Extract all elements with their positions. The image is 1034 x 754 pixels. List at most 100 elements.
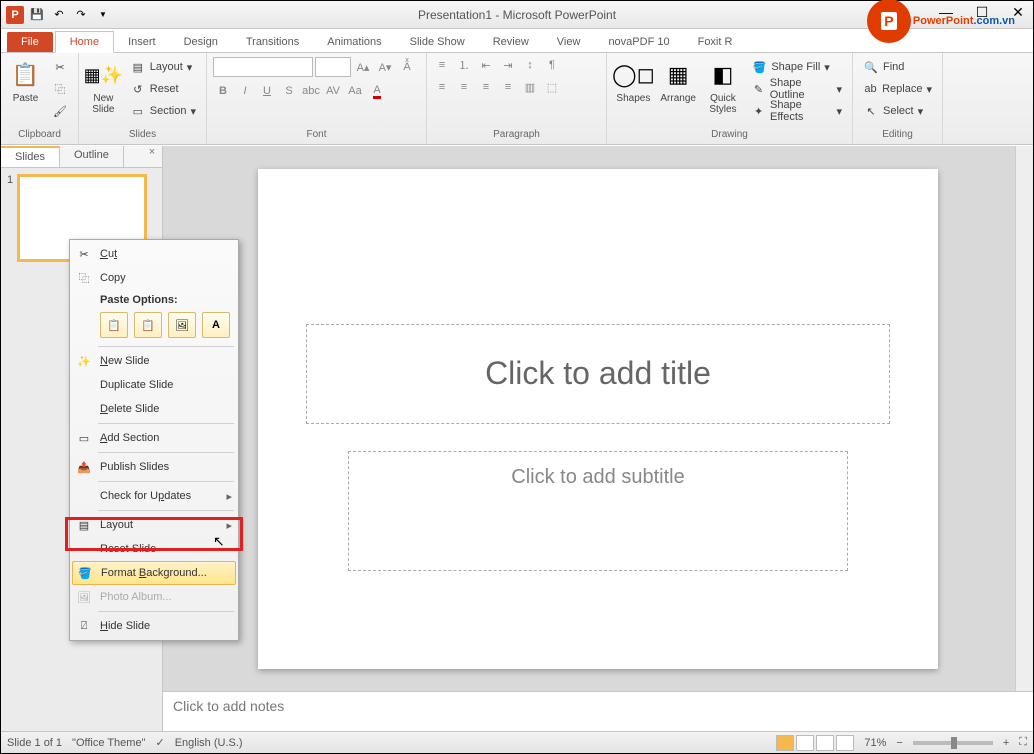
bold-button[interactable]: B: [213, 81, 233, 101]
tab-insert[interactable]: Insert: [114, 32, 170, 52]
nav-tab-slides[interactable]: Slides: [1, 146, 60, 167]
title-placeholder[interactable]: Click to add title: [306, 324, 890, 424]
subtitle-placeholder[interactable]: Click to add subtitle: [348, 451, 848, 571]
strike-button[interactable]: S: [279, 81, 299, 101]
tab-transitions[interactable]: Transitions: [232, 32, 313, 52]
zoom-in-button[interactable]: +: [1003, 737, 1009, 749]
app-icon[interactable]: P: [5, 5, 25, 25]
group-drawing-label: Drawing: [613, 127, 846, 142]
paste-button[interactable]: 📋Paste: [7, 57, 44, 106]
shape-fill-button[interactable]: 🪣Shape Fill ▾: [747, 57, 846, 77]
font-color-button[interactable]: A: [367, 81, 387, 101]
tab-animations[interactable]: Animations: [313, 32, 395, 52]
status-lang[interactable]: English (U.S.): [175, 737, 243, 749]
find-button[interactable]: 🔍Find: [859, 57, 936, 77]
status-bar: Slide 1 of 1 "Office Theme" ✓ English (U…: [1, 731, 1033, 753]
scissors-icon: ✂: [52, 59, 68, 75]
reading-view-button[interactable]: [816, 735, 834, 751]
shape-outline-button[interactable]: ✎Shape Outline ▾: [747, 79, 846, 99]
redo-icon[interactable]: ↷: [71, 5, 91, 25]
bullets-button[interactable]: ≡: [433, 57, 451, 73]
paste-opt-theme[interactable]: 📋: [100, 312, 128, 338]
normal-view-button[interactable]: [776, 735, 794, 751]
increase-indent-button[interactable]: ⇥: [499, 57, 517, 73]
copy-button[interactable]: ⿻: [48, 79, 72, 99]
cm-format-background[interactable]: 🪣Format Background...: [72, 561, 236, 585]
clear-format-button[interactable]: Aͯ: [397, 57, 417, 77]
columns-button[interactable]: ▥: [521, 79, 539, 95]
italic-button[interactable]: I: [235, 81, 255, 101]
tab-design[interactable]: Design: [170, 32, 232, 52]
cm-delete-slide[interactable]: Delete Slide: [70, 397, 238, 421]
tab-file[interactable]: File: [7, 32, 53, 52]
spellcheck-icon[interactable]: ✓: [155, 736, 164, 749]
tab-home[interactable]: Home: [55, 31, 114, 53]
cm-new-slide[interactable]: ✨New Slide: [70, 349, 238, 373]
numbering-button[interactable]: ⒈: [455, 57, 473, 73]
char-spacing-button[interactable]: AV: [323, 81, 343, 101]
vertical-scrollbar[interactable]: [1015, 146, 1033, 691]
slideshow-view-button[interactable]: [836, 735, 854, 751]
align-left-button[interactable]: ≡: [433, 79, 451, 95]
underline-button[interactable]: U: [257, 81, 277, 101]
grow-font-button[interactable]: A▴: [353, 57, 373, 77]
shape-effects-button[interactable]: ✦Shape Effects ▾: [747, 101, 846, 121]
font-family-combo[interactable]: [213, 57, 313, 77]
zoom-slider[interactable]: [913, 741, 993, 745]
cm-hide-slide[interactable]: ⍁Hide Slide: [70, 614, 238, 638]
decrease-indent-button[interactable]: ⇤: [477, 57, 495, 73]
sorter-view-button[interactable]: [796, 735, 814, 751]
shapes-button[interactable]: ◯◻Shapes: [613, 57, 654, 106]
font-size-combo[interactable]: [315, 57, 351, 77]
save-icon[interactable]: 💾: [27, 5, 47, 25]
paste-opt-picture[interactable]: 🖼: [168, 312, 196, 338]
status-slide: Slide 1 of 1: [7, 737, 62, 749]
reset-button[interactable]: ↺Reset: [126, 79, 200, 99]
tab-novapdf[interactable]: novaPDF 10: [594, 32, 683, 52]
cm-copy[interactable]: ⿻Copy: [70, 266, 238, 290]
quick-styles-button[interactable]: ◧Quick Styles: [703, 57, 744, 117]
nav-tab-outline[interactable]: Outline: [60, 146, 124, 167]
text-direction-button[interactable]: ¶: [543, 57, 561, 73]
line-spacing-button[interactable]: ↕: [521, 57, 539, 73]
paste-opt-text[interactable]: A: [202, 312, 230, 338]
cm-add-section[interactable]: ▭Add Section: [70, 426, 238, 450]
new-slide-button[interactable]: ▦✨New Slide: [85, 57, 122, 117]
section-button[interactable]: ▭Section ▾: [126, 101, 200, 121]
zoom-out-button[interactable]: −: [896, 737, 902, 749]
qat-dropdown-icon[interactable]: ▼: [93, 5, 113, 25]
align-right-button[interactable]: ≡: [477, 79, 495, 95]
format-bg-icon: 🪣: [75, 564, 95, 582]
tab-view[interactable]: View: [543, 32, 595, 52]
cm-paste-options-label: Paste Options:: [70, 290, 238, 308]
tab-foxit[interactable]: Foxit R: [684, 32, 747, 52]
paste-opt-source[interactable]: 📋: [134, 312, 162, 338]
undo-icon[interactable]: ↶: [49, 5, 69, 25]
slide-canvas[interactable]: Click to add title Click to add subtitle: [258, 169, 938, 669]
shadow-button[interactable]: abc: [301, 81, 321, 101]
cm-check-updates[interactable]: Check for Updates▸: [70, 484, 238, 508]
tab-review[interactable]: Review: [479, 32, 543, 52]
zoom-level[interactable]: 71%: [864, 737, 886, 749]
scissors-icon: ✂: [74, 245, 94, 263]
select-button[interactable]: ↖Select ▾: [859, 101, 936, 121]
smartart-button[interactable]: ⬚: [543, 79, 561, 95]
cm-cut[interactable]: ✂Cut: [70, 242, 238, 266]
copy-icon: ⿻: [74, 269, 94, 287]
nav-close-button[interactable]: ×: [142, 146, 162, 167]
align-center-button[interactable]: ≡: [455, 79, 473, 95]
section-icon: ▭: [74, 429, 94, 447]
layout-button[interactable]: ▤Layout ▾: [126, 57, 200, 77]
cm-publish-slides[interactable]: 📤Publish Slides: [70, 455, 238, 479]
cut-button[interactable]: ✂: [48, 57, 72, 77]
tab-slideshow[interactable]: Slide Show: [396, 32, 479, 52]
shrink-font-button[interactable]: A▾: [375, 57, 395, 77]
format-painter-button[interactable]: 🖌: [48, 101, 72, 121]
justify-button[interactable]: ≡: [499, 79, 517, 95]
notes-pane[interactable]: Click to add notes: [163, 691, 1033, 731]
cm-duplicate-slide[interactable]: Duplicate Slide: [70, 373, 238, 397]
fit-to-window-button[interactable]: ⛶: [1019, 736, 1027, 749]
change-case-button[interactable]: Aa: [345, 81, 365, 101]
replace-button[interactable]: abReplace ▾: [859, 79, 936, 99]
arrange-button[interactable]: ▦Arrange: [658, 57, 699, 106]
